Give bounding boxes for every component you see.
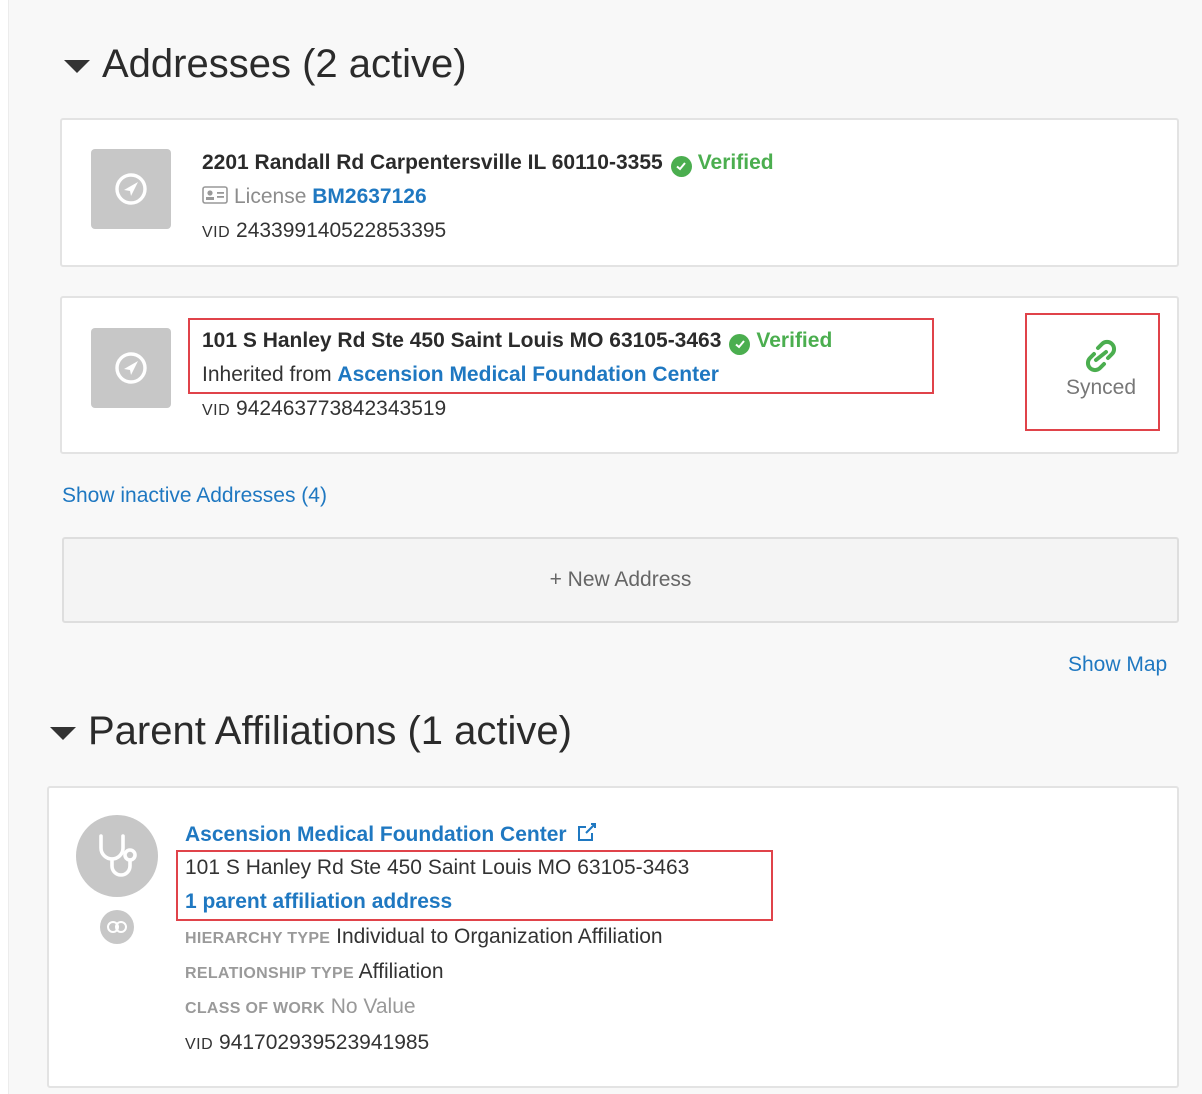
addresses-section-header[interactable]: Addresses (2 active) [64,44,467,84]
vid-line: VID 243399140522853395 [202,218,446,246]
address-line: 2201 Randall Rd Carpentersville IL 60110… [202,150,774,177]
relationship-type-value: Affiliation [358,960,444,983]
show-inactive-addresses-link[interactable]: Show inactive Addresses (4) [62,484,327,508]
navigation-icon [91,328,171,408]
class-of-work-label: CLASS OF WORK [185,1000,325,1017]
relationship-type-row: RELATIONSHIP TYPE Affiliation [185,959,444,987]
check-circle-icon [670,155,692,177]
class-of-work-value: No Value [330,995,416,1018]
addresses-title: Addresses (2 active) [102,42,467,86]
license-label: License [234,185,307,208]
hierarchy-type-value: Individual to Organization Affiliation [336,925,663,948]
highlight-box [1025,313,1160,431]
highlight-box [176,850,773,921]
caret-down-icon [64,59,90,73]
parent-affiliations-title: Parent Affiliations (1 active) [88,709,572,753]
relationship-type-label: RELATIONSHIP TYPE [185,965,354,982]
class-of-work-row: CLASS OF WORK No Value [185,994,416,1022]
show-map-link[interactable]: Show Map [1068,653,1167,677]
vid-line: VID 941702939523941985 [185,1030,429,1058]
hierarchy-type-label: HIERARCHY TYPE [185,930,331,947]
vid-label: VID [202,402,231,419]
highlight-box [188,318,934,394]
link-icon[interactable] [100,910,134,944]
stethoscope-icon [76,815,158,897]
address-card: 2201 Randall Rd Carpentersville IL 60110… [60,118,1179,267]
caret-down-icon [50,726,76,740]
license-number-link[interactable]: BM2637126 [312,185,426,208]
vid-label: VID [185,1036,214,1053]
parent-affiliations-section-header[interactable]: Parent Affiliations (1 active) [50,711,572,751]
new-address-label: + New Address [549,568,692,591]
verified-status: Verified [697,151,774,174]
affiliation-name-link[interactable]: Ascension Medical Foundation Center [185,823,567,846]
vid-value: 243399140522853395 [236,219,447,242]
vid-line: VID 942463773842343519 [202,396,446,424]
affiliation-name-line: Ascension Medical Foundation Center [185,821,598,850]
address-text: 2201 Randall Rd Carpentersville IL 60110… [202,151,663,174]
license-card-icon [202,185,228,211]
vid-value: 942463773842343519 [236,397,447,420]
navigation-icon [91,149,171,229]
vid-label: VID [202,224,231,241]
license-line: License BM2637126 [202,184,427,211]
new-address-button[interactable]: + New Address [62,537,1179,623]
external-link-icon[interactable] [576,821,598,850]
hierarchy-type-row: HIERARCHY TYPE Individual to Organizatio… [185,924,663,952]
vid-value: 941702939523941985 [219,1031,430,1054]
